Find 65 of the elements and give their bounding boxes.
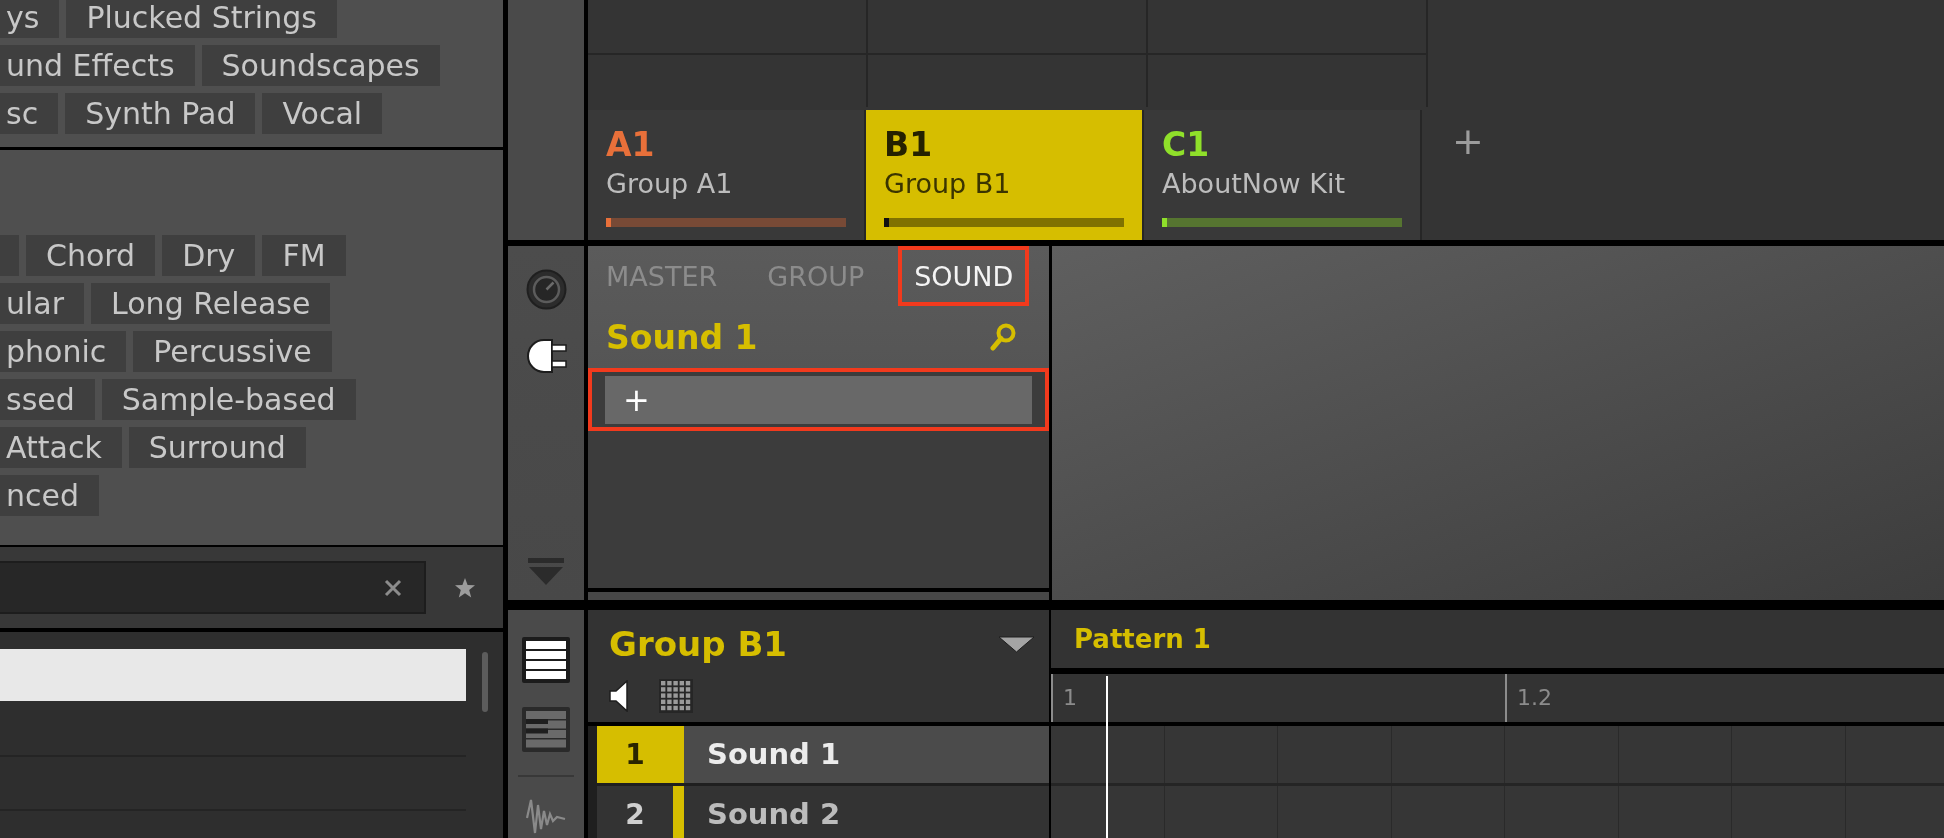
tag-button[interactable]: Plucked Strings: [66, 0, 337, 38]
group-name: Group A1: [606, 167, 733, 201]
clear-icon[interactable]: [384, 578, 402, 597]
list-icon[interactable]: [522, 637, 570, 683]
sound-name[interactable]: Sound 1: [684, 726, 1049, 783]
step-cell[interactable]: [1051, 786, 1165, 838]
tag-button[interactable]: ssed: [0, 379, 95, 420]
group-label: A1: [606, 124, 655, 166]
ruler-label: 1.2: [1516, 684, 1552, 712]
knob-icon[interactable]: [525, 269, 567, 310]
tag-button[interactable]: Attack: [0, 427, 122, 468]
star-icon[interactable]: [455, 577, 475, 598]
scrollbar-thumb[interactable]: [482, 652, 488, 712]
search-icon[interactable]: [990, 323, 1016, 351]
speaker-icon[interactable]: [609, 680, 629, 712]
caret-down-icon[interactable]: [998, 635, 1035, 653]
add-plugin-slot[interactable]: +: [605, 376, 1032, 424]
tag-button[interactable]: und Effects: [0, 45, 195, 86]
search-field[interactable]: [0, 561, 426, 614]
tag-button[interactable]: Percussive: [133, 331, 332, 372]
step-cell[interactable]: [1618, 726, 1732, 783]
pad-grid-icon[interactable]: [659, 679, 693, 713]
sound-index-cell[interactable]: 1: [597, 726, 684, 783]
sound-name[interactable]: Sound 2: [684, 786, 1049, 838]
step-cell[interactable]: [1051, 726, 1165, 783]
tag-button[interactable]: phonic: [0, 331, 127, 372]
step-cell[interactable]: [1164, 726, 1278, 783]
result-row[interactable]: [0, 649, 466, 703]
group-tile[interactable]: B1 Group B1: [866, 110, 1144, 240]
plug-icon[interactable]: [524, 338, 568, 374]
tag-button[interactable]: Chord: [26, 235, 156, 276]
tab[interactable]: SOUND: [902, 250, 1026, 302]
color-marker-icon: [884, 218, 889, 227]
group-label: C1: [1162, 124, 1210, 166]
ruler-label: 1: [1062, 684, 1077, 712]
step-cell[interactable]: [1391, 726, 1505, 783]
waveform-icon[interactable]: [526, 798, 566, 835]
step-cell[interactable]: [1732, 726, 1846, 783]
pattern-name[interactable]: Pattern 1: [1074, 624, 1211, 654]
tag-button[interactable]: Synth Pad: [65, 93, 256, 134]
sound-name: Sound 1: [606, 317, 758, 357]
group-tile[interactable]: C1 AboutNow Kit: [1144, 110, 1422, 240]
group-name: AboutNow Kit: [1162, 167, 1345, 201]
step-cell[interactable]: [1505, 726, 1619, 783]
scene-cell[interactable]: [588, 0, 868, 55]
tag-button[interactable]: Vocal: [262, 93, 383, 134]
tag-button[interactable]: sc: [0, 93, 59, 134]
group-name: Group B1: [884, 167, 1011, 201]
step-cell[interactable]: [1845, 726, 1944, 783]
tag-button[interactable]: Soundscapes: [201, 45, 440, 86]
tag-button[interactable]: Sample-based: [101, 379, 356, 420]
sound-index-cell[interactable]: 2: [597, 786, 684, 838]
group-tile[interactable]: A1 Group A1: [588, 110, 866, 240]
tag-button[interactable]: Long Release: [91, 283, 331, 324]
tag-button[interactable]: Dry: [162, 235, 256, 276]
add-group-button[interactable]: +: [1452, 122, 1484, 160]
group-label: B1: [884, 124, 933, 166]
step-cell[interactable]: [1278, 726, 1392, 783]
tag-button[interactable]: FM: [262, 235, 346, 276]
group-title: Group B1: [609, 624, 787, 664]
keyboard-icon[interactable]: [522, 707, 570, 752]
tag-button[interactable]: ular: [0, 283, 85, 324]
tag-button[interactable]: Surround: [128, 427, 306, 468]
tag-button[interactable]: ys: [0, 0, 60, 38]
tag-button[interactable]: nced: [0, 475, 99, 516]
